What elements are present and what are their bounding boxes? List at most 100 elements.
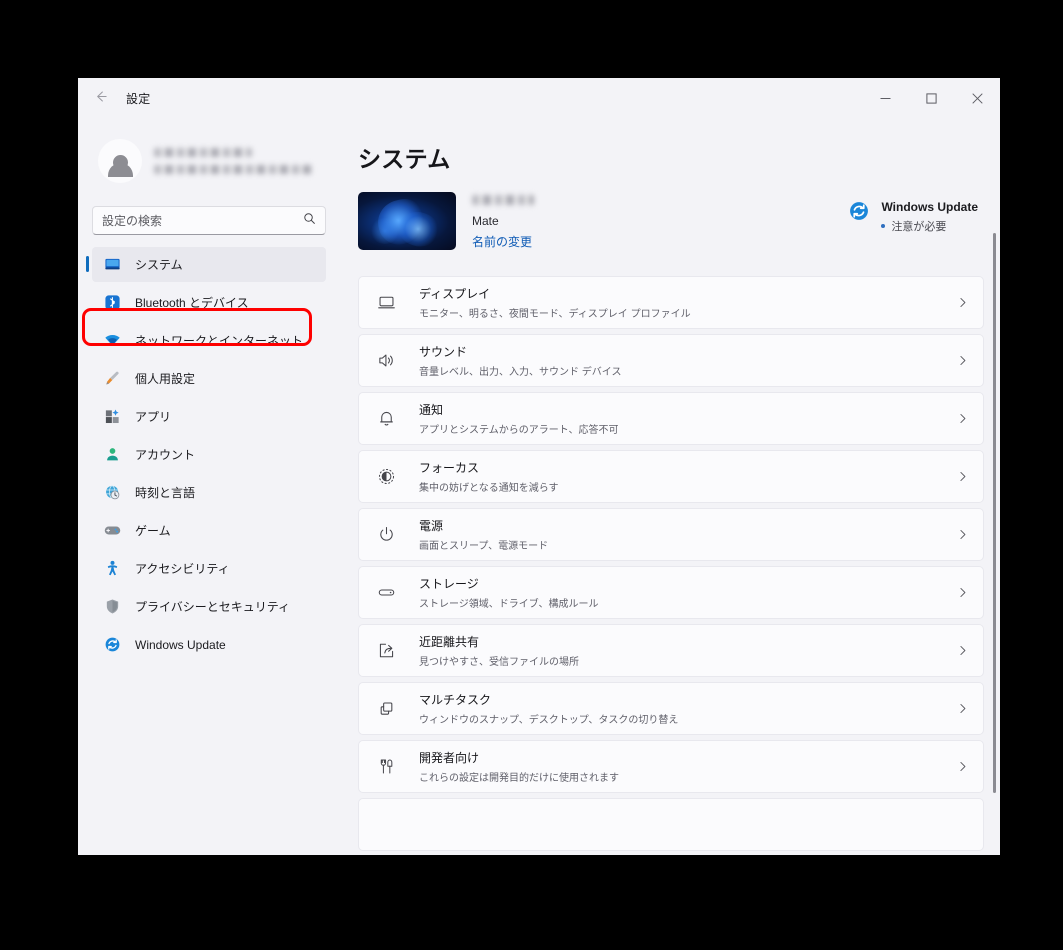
- sidebar-item-label: アクセシビリティ: [135, 562, 230, 576]
- settings-row-nearby-share[interactable]: 近距離共有 見つけやすさ、受信ファイルの場所: [358, 624, 984, 677]
- main-scrollbar[interactable]: [991, 119, 998, 855]
- sidebar-item-network-internet[interactable]: ネットワークとインターネット: [92, 323, 326, 358]
- device-info: Mate 名前の変更: [472, 192, 534, 250]
- settings-row-multitasking[interactable]: マルチタスク ウィンドウのスナップ、デスクトップ、タスクの切り替え: [358, 682, 984, 735]
- settings-row-title: サウンド: [419, 345, 468, 359]
- arrow-left-icon: [93, 89, 108, 109]
- windows-update-status[interactable]: Windows Update 注意が必要: [848, 192, 984, 234]
- chevron-right-icon: [956, 702, 969, 715]
- sidebar-item-system[interactable]: システム: [86, 247, 326, 282]
- status-dot-icon: [881, 224, 886, 228]
- sidebar-item-label: プライバシーとセキュリティ: [135, 600, 291, 614]
- monitor-icon: [104, 256, 121, 273]
- device-model: Mate: [472, 214, 499, 228]
- update-refresh-icon: [848, 200, 870, 222]
- sidebar-item-apps[interactable]: アプリ: [92, 399, 326, 434]
- sidebar-item-bluetooth-devices[interactable]: Bluetooth とデバイス: [92, 285, 326, 320]
- chevron-right-icon: [956, 470, 969, 483]
- main-content: システム Mate 名前の変更 Windows Update 注意が必要 ディス…: [340, 119, 1000, 855]
- settings-row-subtitle: ウィンドウのスナップ、デスクトップ、タスクの切り替え: [419, 715, 679, 726]
- close-icon: [971, 93, 983, 104]
- settings-row-display[interactable]: ディスプレイ モニター、明るさ、夜間モード、ディスプレイ プロファイル: [358, 276, 984, 329]
- search-box[interactable]: [92, 206, 326, 235]
- minimize-button[interactable]: [862, 78, 908, 119]
- settings-row-text: 近距離共有 見つけやすさ、受信ファイルの場所: [419, 633, 956, 668]
- settings-row-for-developers[interactable]: 開発者向け これらの設定は開発目的だけに使用されます: [358, 740, 984, 793]
- settings-row-text: フォーカス 集中の妨げとなる通知を減らす: [419, 459, 956, 494]
- sidebar-item-gaming[interactable]: ゲーム: [92, 513, 326, 548]
- windows-stack-icon: [375, 698, 397, 720]
- settings-row-subtitle: 画面とスリープ、電源モード: [419, 541, 549, 552]
- search-icon[interactable]: [303, 212, 316, 230]
- windows-update-status-text: 注意が必要: [891, 221, 947, 233]
- device-header: Mate 名前の変更 Windows Update 注意が必要: [358, 192, 984, 250]
- sidebar: システム Bluetooth とデバイス ネ: [78, 119, 340, 855]
- window-controls: [862, 78, 1000, 119]
- settings-row-focus[interactable]: フォーカス 集中の妨げとなる通知を減らす: [358, 450, 984, 503]
- wifi-icon: [104, 332, 121, 349]
- sidebar-item-windows-update[interactable]: Windows Update: [92, 627, 326, 662]
- settings-row-text: サウンド 音量レベル、出力、入力、サウンド デバイス: [419, 343, 956, 378]
- chevron-right-icon: [956, 296, 969, 309]
- settings-row-title: 近距離共有: [419, 635, 480, 649]
- settings-row-power[interactable]: 電源 画面とスリープ、電源モード: [358, 508, 984, 561]
- minimize-icon: [880, 93, 891, 104]
- sidebar-item-accessibility[interactable]: アクセシビリティ: [92, 551, 326, 586]
- chevron-right-icon: [956, 412, 969, 425]
- paintbrush-icon: [104, 370, 121, 387]
- search-input[interactable]: [102, 213, 303, 228]
- page-title: システム: [358, 146, 451, 172]
- sidebar-item-label: アカウント: [135, 448, 196, 462]
- user-text-block: [154, 148, 312, 174]
- settings-row-text: ストレージ ストレージ領域、ドライブ、構成ルール: [419, 575, 956, 610]
- sidebar-item-label: Bluetooth とデバイス: [135, 296, 249, 310]
- close-button[interactable]: [954, 78, 1000, 119]
- settings-card-list: ディスプレイ モニター、明るさ、夜間モード、ディスプレイ プロファイル サウンド: [358, 276, 984, 851]
- back-button[interactable]: [84, 83, 116, 115]
- settings-row-title: 通知: [419, 403, 444, 417]
- share-icon: [375, 640, 397, 662]
- settings-row-title: フォーカス: [419, 461, 480, 475]
- sidebar-item-personalization[interactable]: 個人用設定: [92, 361, 326, 396]
- windows-update-title: Windows Update: [881, 200, 978, 214]
- sidebar-item-label: 時刻と言語: [135, 486, 196, 500]
- sidebar-item-accounts[interactable]: アカウント: [92, 437, 326, 472]
- windows-bloom-wallpaper-thumbnail: [358, 192, 456, 250]
- sidebar-item-privacy-security[interactable]: プライバシーとセキュリティ: [92, 589, 326, 624]
- settings-row-text: 電源 画面とスリープ、電源モード: [419, 517, 956, 552]
- sidebar-item-label: 個人用設定: [135, 372, 196, 386]
- chevron-right-icon: [956, 760, 969, 773]
- titlebar: 設定: [78, 78, 1000, 119]
- rename-device-link[interactable]: 名前の変更: [472, 233, 534, 250]
- chevron-right-icon: [956, 528, 969, 541]
- shield-icon: [104, 598, 121, 615]
- sidebar-item-label: システム: [135, 258, 183, 272]
- titlebar-title: 設定: [126, 92, 151, 106]
- bell-icon: [375, 408, 397, 430]
- user-name-redacted: [154, 148, 252, 157]
- account-person-icon: [104, 446, 121, 463]
- chevron-right-icon: [956, 644, 969, 657]
- settings-row-title: 開発者向け: [419, 751, 480, 765]
- monitor-outline-icon: [375, 292, 397, 314]
- sidebar-item-time-language[interactable]: 時刻と言語: [92, 475, 326, 510]
- scrollbar-thumb[interactable]: [993, 233, 996, 793]
- settings-row-partial[interactable]: [358, 798, 984, 851]
- sidebar-item-label: ネットワークとインターネット: [135, 334, 304, 348]
- device-name-redacted: [472, 195, 534, 205]
- settings-row-subtitle: 集中の妨げとなる通知を減らす: [419, 483, 559, 494]
- settings-row-notifications[interactable]: 通知 アプリとシステムからのアラート、応答不可: [358, 392, 984, 445]
- gamepad-icon: [104, 522, 121, 539]
- settings-row-subtitle: これらの設定は開発目的だけに使用されます: [419, 773, 619, 784]
- sidebar-item-label: ゲーム: [135, 524, 171, 538]
- settings-row-text: ディスプレイ モニター、明るさ、夜間モード、ディスプレイ プロファイル: [419, 285, 956, 320]
- settings-row-title: ディスプレイ: [419, 287, 491, 301]
- windows-update-text: Windows Update 注意が必要: [881, 200, 978, 234]
- settings-row-sound[interactable]: サウンド 音量レベル、出力、入力、サウンド デバイス: [358, 334, 984, 387]
- user-account-card[interactable]: [92, 132, 326, 190]
- tools-icon: [375, 756, 397, 778]
- settings-row-title: 電源: [419, 519, 444, 533]
- maximize-button[interactable]: [908, 78, 954, 119]
- settings-row-storage[interactable]: ストレージ ストレージ領域、ドライブ、構成ルール: [358, 566, 984, 619]
- settings-row-subtitle: 見つけやすさ、受信ファイルの場所: [419, 657, 579, 668]
